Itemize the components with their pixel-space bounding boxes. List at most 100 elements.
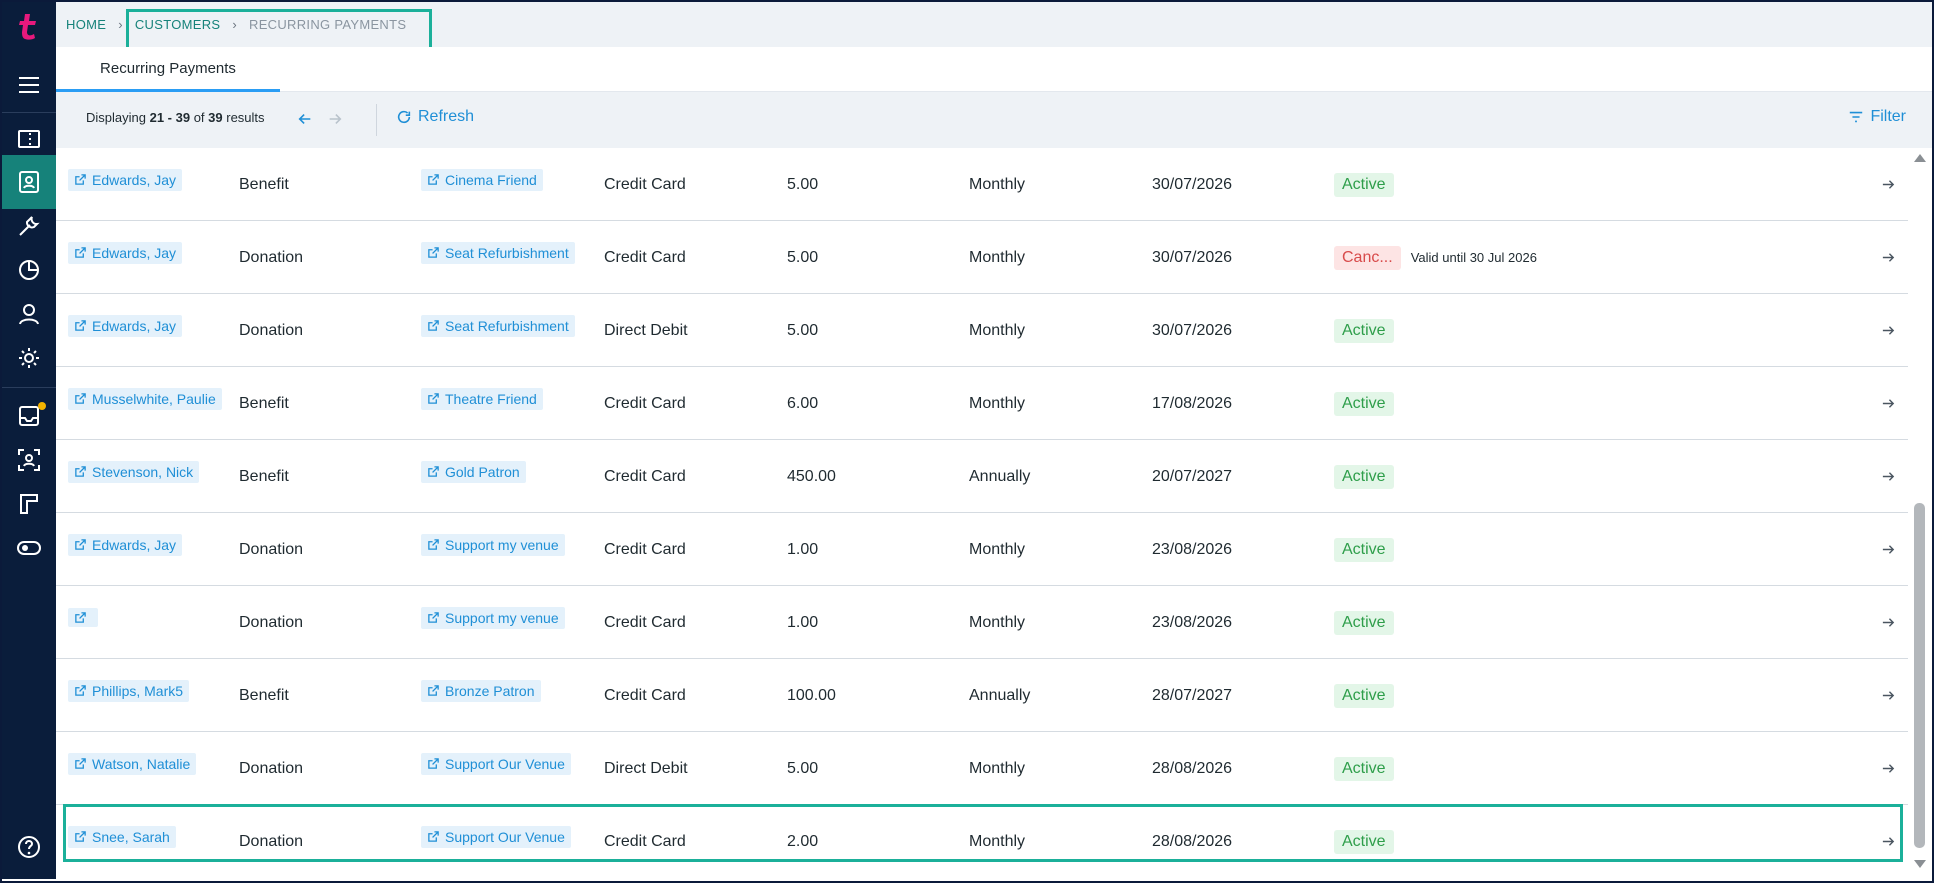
- product-link[interactable]: Seat Refurbishment: [421, 314, 575, 337]
- frequency-cell: Monthly: [969, 586, 1149, 659]
- help-icon[interactable]: [2, 820, 56, 874]
- type-text: Donation: [239, 613, 304, 631]
- tab-recurring-payments[interactable]: Recurring Payments: [56, 47, 280, 92]
- table-row[interactable]: Edwards, Jay Donation Support my venue Cred…: [56, 513, 1908, 586]
- frequency-cell: Monthly: [969, 732, 1149, 805]
- product-name: Support my venue: [445, 536, 559, 553]
- frequency-text: Monthly: [969, 248, 1026, 266]
- scroll-down-icon[interactable]: [1914, 860, 1926, 868]
- open-row-button[interactable]: [1868, 586, 1908, 659]
- frequency-text: Monthly: [969, 540, 1026, 558]
- external-link-icon: [428, 685, 439, 696]
- product-link[interactable]: Support my venue: [421, 533, 565, 556]
- frequency-cell: Monthly: [969, 148, 1149, 221]
- breadcrumb-home[interactable]: HOME: [66, 17, 106, 32]
- open-row-button[interactable]: [1868, 221, 1908, 294]
- product-name: Theatre Friend: [445, 390, 537, 407]
- table-row[interactable]: Stevenson, Nick Benefit Gold Patron Credit …: [56, 440, 1908, 513]
- tab-bar: Recurring Payments: [56, 47, 1932, 92]
- customer-name: Edwards, Jay: [92, 244, 177, 261]
- status-badge: Active: [1334, 537, 1394, 562]
- payment-method-cell: Credit Card: [604, 367, 784, 440]
- next-page-button[interactable]: [324, 108, 346, 130]
- menu-icon[interactable]: [2, 58, 56, 112]
- customer-link[interactable]: [68, 608, 98, 627]
- customer-name: Edwards, Jay: [92, 536, 177, 553]
- product-link[interactable]: Bronze Patron: [421, 679, 541, 702]
- customer-cell: Musselwhite, Paulie: [68, 367, 243, 440]
- external-link-icon: [75, 539, 86, 550]
- product-cell: Seat Refurbishment: [421, 294, 601, 367]
- table-row[interactable]: Musselwhite, Paulie Benefit Theatre Friend…: [56, 367, 1908, 440]
- open-row-button[interactable]: [1868, 513, 1908, 586]
- customer-link[interactable]: Edwards, Jay: [68, 241, 183, 264]
- type-text: Donation: [239, 248, 304, 266]
- settings-icon[interactable]: [2, 331, 56, 385]
- next-date-text: 30/07/2026: [1152, 321, 1233, 339]
- amount-cell: 450.00: [787, 440, 967, 513]
- customer-link[interactable]: Edwards, Jay: [68, 314, 183, 337]
- amount-text: 1.00: [787, 540, 819, 558]
- type-text: Donation: [239, 540, 304, 558]
- amount-text: 5.00: [787, 759, 819, 777]
- product-link[interactable]: Cinema Friend: [421, 168, 543, 191]
- amount-text: 1.00: [787, 613, 819, 631]
- amount-text: 450.00: [787, 467, 836, 485]
- customer-link[interactable]: Edwards, Jay: [68, 168, 183, 191]
- frequency-cell: Monthly: [969, 221, 1149, 294]
- product-link[interactable]: Seat Refurbishment: [421, 241, 575, 264]
- product-link[interactable]: Support Our Venue: [421, 752, 571, 775]
- status-badge: Active: [1334, 756, 1394, 781]
- table-row[interactable]: Phillips, Mark5 Benefit Bronze Patron Credi…: [56, 659, 1908, 732]
- scroll-up-icon[interactable]: [1914, 154, 1926, 162]
- arrow-right-icon: [1882, 472, 1894, 481]
- toggle-icon[interactable]: [2, 521, 56, 575]
- external-link-icon: [428, 758, 439, 769]
- open-row-button[interactable]: [1868, 148, 1908, 221]
- previous-page-button[interactable]: [294, 108, 316, 130]
- external-link-icon: [75, 758, 86, 769]
- arrow-right-icon: [1882, 253, 1894, 262]
- refresh-button[interactable]: Refresh: [396, 108, 474, 126]
- type-text: Benefit: [239, 686, 289, 704]
- results-summary: Displaying 21 - 39 of 39 results: [86, 110, 265, 125]
- payment-method-cell: Credit Card: [604, 513, 784, 586]
- filter-button[interactable]: Filter: [1848, 108, 1906, 126]
- customer-link[interactable]: Edwards, Jay: [68, 533, 183, 556]
- next-date-text: 30/07/2026: [1152, 248, 1233, 266]
- product-link[interactable]: Theatre Friend: [421, 387, 543, 410]
- customer-link[interactable]: Stevenson, Nick: [68, 460, 200, 483]
- next-date-text: 28/08/2026: [1152, 759, 1233, 777]
- customer-name: Edwards, Jay: [92, 317, 177, 334]
- scrollbar-thumb[interactable]: [1914, 503, 1925, 848]
- table-row[interactable]: Donation Support my venue Credit Card 1.00 M…: [56, 586, 1908, 659]
- customer-link[interactable]: Phillips, Mark5: [68, 679, 190, 702]
- open-row-button[interactable]: [1868, 294, 1908, 367]
- customer-link[interactable]: Watson, Natalie: [68, 752, 197, 775]
- frequency-text: Monthly: [969, 394, 1026, 412]
- product-link[interactable]: Gold Patron: [421, 460, 526, 483]
- customer-link[interactable]: Musselwhite, Paulie: [68, 387, 222, 410]
- valid-until-note: Valid until 30 Jul 2026: [1410, 250, 1537, 265]
- product-link[interactable]: Support my venue: [421, 606, 565, 629]
- table-scrollbar[interactable]: [1908, 148, 1930, 876]
- results-prefix: Displaying: [86, 110, 150, 125]
- open-row-button[interactable]: [1868, 367, 1908, 440]
- table-row[interactable]: Edwards, Jay Donation Seat Refurbishment Cr…: [56, 221, 1908, 294]
- status-badge: Active: [1334, 391, 1394, 416]
- open-row-button[interactable]: [1868, 732, 1908, 805]
- results-range: 21 - 39: [149, 110, 191, 125]
- type-cell: Donation: [239, 294, 419, 367]
- next-date-text: 23/08/2026: [1152, 540, 1233, 558]
- status-badge: Active: [1334, 172, 1394, 197]
- type-text: Benefit: [239, 175, 289, 193]
- arrow-left-icon: [298, 113, 311, 125]
- next-date-text: 23/08/2026: [1152, 613, 1233, 631]
- open-row-button[interactable]: [1868, 440, 1908, 513]
- open-row-button[interactable]: [1868, 659, 1908, 732]
- logo-icon[interactable]: [16, 12, 42, 42]
- table-row[interactable]: Edwards, Jay Donation Seat Refurbishment Di…: [56, 294, 1908, 367]
- payment-method-text: Credit Card: [604, 248, 686, 266]
- table-row[interactable]: Watson, Natalie Donation Support Our Venue…: [56, 732, 1908, 805]
- table-row[interactable]: Edwards, Jay Benefit Cinema Friend Credit C…: [56, 148, 1908, 221]
